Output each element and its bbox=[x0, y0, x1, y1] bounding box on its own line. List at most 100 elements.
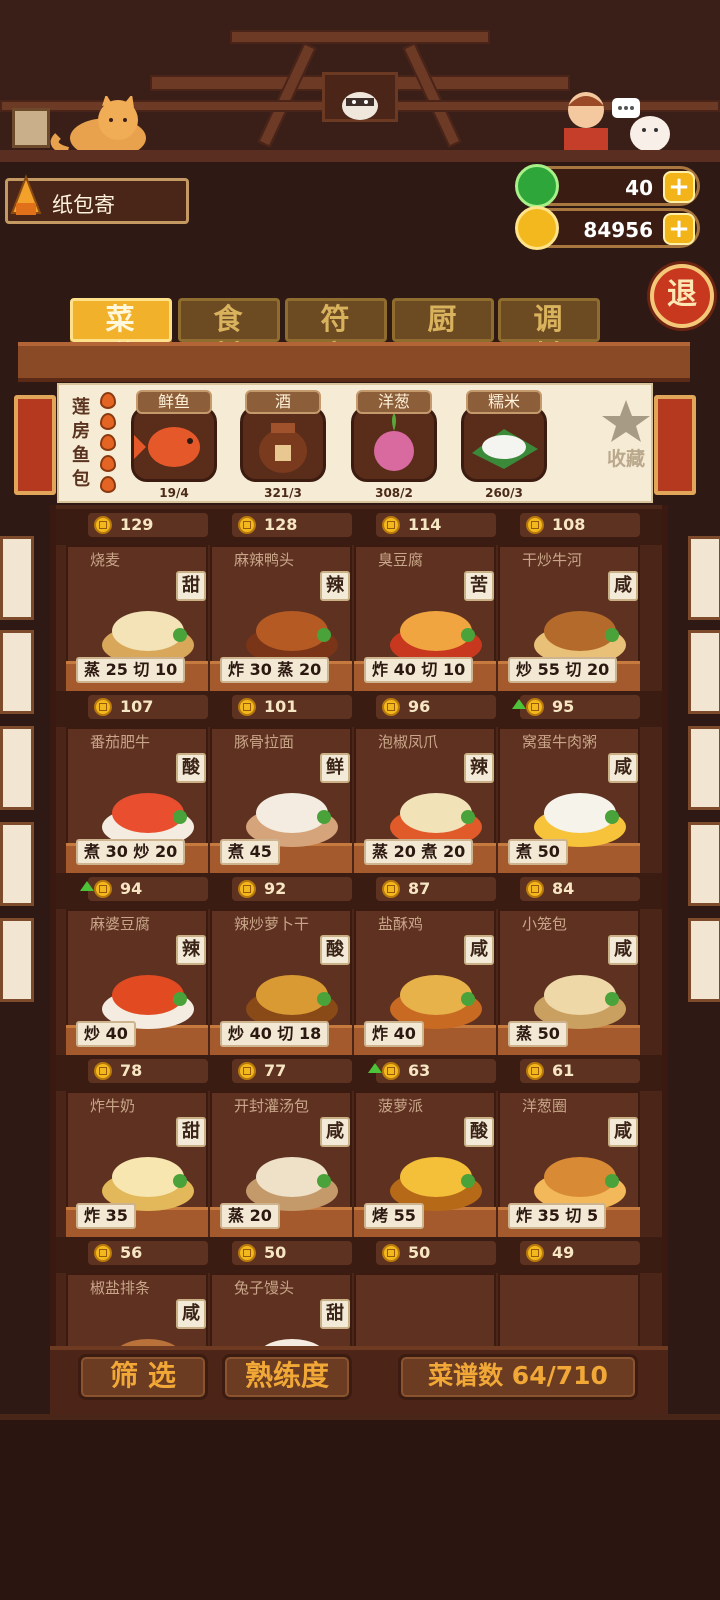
recipe-card[interactable]: 麻婆豆腐辣炒 40 bbox=[66, 909, 208, 1055]
side-window bbox=[688, 726, 720, 810]
cooking-skills: 烤 55 bbox=[364, 1203, 424, 1229]
recipe-price-value: 92 bbox=[264, 879, 287, 898]
side-window bbox=[0, 536, 34, 620]
recipe-price-value: 50 bbox=[264, 1243, 287, 1262]
recipe-card[interactable]: 洋葱圈咸炸 35 切 5 bbox=[498, 1091, 640, 1237]
taste-badge: 酸 bbox=[176, 753, 206, 783]
coin-icon bbox=[526, 698, 544, 716]
roof-strut-right bbox=[402, 42, 462, 148]
recipe-name: 麻辣鸭头 bbox=[234, 551, 295, 569]
current-dish-name: 纸包寄 bbox=[52, 193, 115, 217]
ingredient-card[interactable]: 洋葱 308/2 bbox=[351, 390, 437, 500]
recipe-card[interactable]: 番茄肥牛酸煮 30 炒 20 bbox=[66, 727, 208, 873]
taste-badge: 酸 bbox=[464, 1117, 494, 1147]
add-coins-button[interactable]: + bbox=[663, 213, 695, 245]
recipe-card[interactable]: 菠萝派酸烤 55 bbox=[354, 1091, 496, 1237]
rice-icon bbox=[461, 406, 547, 482]
recipe-price: 63 bbox=[368, 1059, 496, 1083]
recipe-price-value: 49 bbox=[552, 1243, 575, 1262]
recipe-card[interactable]: 小笼包咸蒸 50 bbox=[498, 909, 640, 1055]
recipe-card[interactable]: 炸牛奶甜炸 35 bbox=[66, 1091, 208, 1237]
coin-icon bbox=[382, 1244, 400, 1262]
tab-ingredients[interactable]: 食材 bbox=[178, 298, 280, 373]
recipe-shelf[interactable]: 129 烧麦甜蒸 25 切 10 128 麻辣鸭头辣炸 30 蒸 20 114 臭豆腐苦炸… bbox=[50, 505, 668, 1360]
recipe-price: 61 bbox=[520, 1059, 640, 1083]
tab-runes[interactable]: 符文 bbox=[285, 298, 387, 373]
recipe-card[interactable]: 窝蛋牛肉粥咸煮 50 bbox=[498, 727, 640, 873]
recipe-card[interactable]: 豚骨拉面鲜煮 45 bbox=[210, 727, 352, 873]
recipe-price-value: 95 bbox=[552, 697, 575, 716]
taste-badge: 辣 bbox=[176, 935, 206, 965]
price-up-arrow-icon bbox=[80, 881, 94, 891]
recipe-price: 108 bbox=[520, 513, 640, 537]
recipe-price: 77 bbox=[232, 1059, 352, 1083]
cat-character bbox=[50, 96, 146, 158]
recipe-name: 开封灌汤包 bbox=[234, 1097, 310, 1115]
recipe-card[interactable]: 臭豆腐苦炸 40 切 10 bbox=[354, 545, 496, 691]
characters-right bbox=[564, 92, 670, 156]
gem-icon bbox=[515, 164, 559, 208]
star-icon bbox=[602, 400, 650, 442]
recipe-price-value: 56 bbox=[120, 1243, 143, 1262]
taste-badge: 鲜 bbox=[320, 753, 350, 783]
recipe-price-value: 84 bbox=[552, 879, 575, 898]
recipe-card[interactable]: 干炒牛河咸炒 55 切 20 bbox=[498, 545, 640, 691]
ingredient-card[interactable]: 糯米 260/3 bbox=[461, 390, 547, 500]
recipe-card[interactable]: 烧麦甜蒸 25 切 10 bbox=[66, 545, 208, 691]
side-window bbox=[0, 726, 34, 810]
cooking-skills: 炒 55 切 20 bbox=[508, 657, 618, 683]
fish-icon bbox=[131, 406, 217, 482]
taste-badge: 咸 bbox=[176, 1299, 206, 1329]
recipe-price-value: 129 bbox=[120, 515, 154, 534]
taste-badge: 咸 bbox=[608, 571, 638, 601]
coin-icon bbox=[526, 1244, 544, 1262]
recipe-card[interactable]: 开封灌汤包咸蒸 20 bbox=[210, 1091, 352, 1237]
coin-counter: 84956 + bbox=[515, 206, 700, 250]
add-gems-button[interactable]: + bbox=[663, 171, 695, 203]
tab-cookware[interactable]: 厨具 bbox=[392, 298, 494, 373]
recipe-card[interactable]: 泡椒凤爪辣蒸 20 煮 20 bbox=[354, 727, 496, 873]
coin-icon bbox=[526, 516, 544, 534]
recipe-card[interactable]: 辣炒萝卜干酸炒 40 切 18 bbox=[210, 909, 352, 1055]
side-window bbox=[688, 536, 720, 620]
coin-icon bbox=[515, 206, 559, 250]
cooking-skills: 炸 40 bbox=[364, 1021, 424, 1047]
ingredient-card[interactable]: 鲜鱼 19/4 bbox=[131, 390, 217, 500]
taste-badge: 辣 bbox=[464, 753, 494, 783]
recipe-name: 菠萝派 bbox=[378, 1097, 424, 1115]
tab-recipes[interactable]: 菜谱 bbox=[70, 298, 172, 373]
roof-strut-left bbox=[257, 42, 317, 148]
recipe-count: 菜谱数 64/710 bbox=[398, 1354, 638, 1400]
ingredient-name: 洋葱 bbox=[356, 390, 432, 414]
taste-badge: 咸 bbox=[608, 753, 638, 783]
recipe-price-value: 63 bbox=[408, 1061, 431, 1080]
coin-icon bbox=[382, 880, 400, 898]
ingredient-name: 鲜鱼 bbox=[136, 390, 212, 414]
ingredient-count: 321/3 bbox=[264, 486, 302, 500]
flame-icon bbox=[100, 413, 116, 430]
paw-sign bbox=[12, 108, 50, 148]
recipe-name: 干炒牛河 bbox=[522, 551, 583, 569]
recipe-price: 87 bbox=[376, 877, 496, 901]
cooking-skills: 煮 50 bbox=[508, 839, 568, 865]
exit-button[interactable]: 退 bbox=[650, 264, 714, 328]
cooking-skills: 炒 40 bbox=[76, 1021, 136, 1047]
taste-badge: 酸 bbox=[320, 935, 350, 965]
taste-badge: 咸 bbox=[320, 1117, 350, 1147]
current-dish-plate[interactable]: 纸包寄 bbox=[5, 174, 189, 224]
proficiency-button[interactable]: 熟练度 bbox=[222, 1354, 352, 1400]
recipe-card[interactable]: 麻辣鸭头辣炸 30 蒸 20 bbox=[210, 545, 352, 691]
cooking-skills: 炒 40 切 18 bbox=[220, 1021, 330, 1047]
side-window bbox=[0, 822, 34, 906]
recipe-card[interactable]: 盐酥鸡咸炸 40 bbox=[354, 909, 496, 1055]
top-scene bbox=[0, 0, 720, 160]
price-up-arrow-icon bbox=[368, 1063, 382, 1073]
favorite-button[interactable]: 收藏 bbox=[598, 398, 654, 488]
filter-button[interactable]: 筛 选 bbox=[78, 1354, 208, 1400]
ingredient-card[interactable]: 酒 321/3 bbox=[240, 390, 326, 500]
side-window bbox=[688, 918, 720, 1002]
side-window bbox=[688, 822, 720, 906]
recipe-name: 番茄肥牛 bbox=[90, 733, 151, 751]
recipe-price: 94 bbox=[80, 877, 208, 901]
tab-seasoning[interactable]: 调料 bbox=[498, 298, 600, 373]
